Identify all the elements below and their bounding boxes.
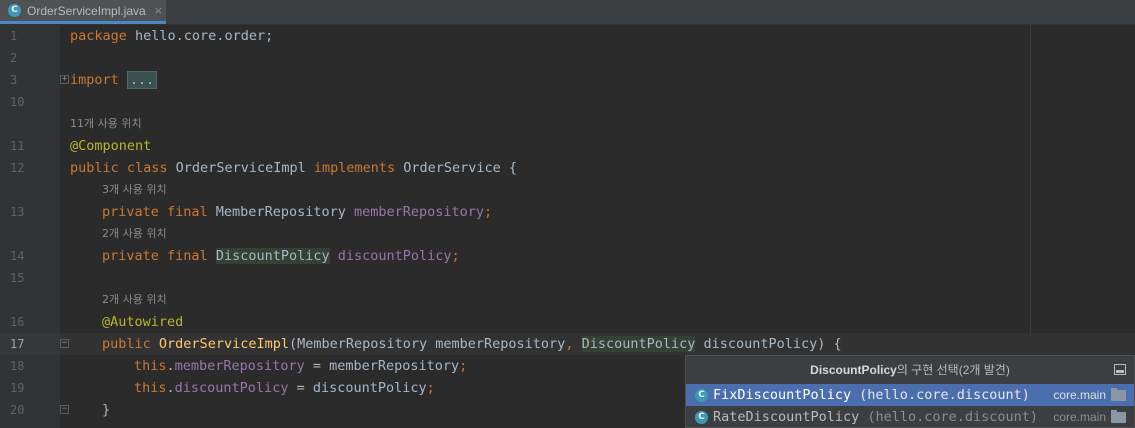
line-number: 18: [10, 359, 25, 373]
code-line: 14 private final DiscountPolicy discount…: [0, 245, 1135, 267]
java-class-icon: C: [695, 388, 708, 402]
usage-hint-row: 2개 사용 위치: [0, 223, 1135, 245]
code-line: 13 private final MemberRepository member…: [0, 201, 1135, 223]
code-line: 15: [0, 267, 1135, 289]
code-line-current: 17 − public OrderServiceImpl(MemberRepos…: [0, 333, 1135, 355]
code-text: import ...: [70, 69, 158, 91]
module-name: core.main: [1053, 388, 1106, 402]
line-number: 12: [10, 161, 25, 175]
line-number: 14: [10, 249, 25, 263]
usage-hint-row: 2개 사용 위치: [0, 289, 1135, 311]
choose-implementation-popup: DiscountPolicy의 구현 선택(2개 발견) C FixDiscou…: [685, 355, 1135, 428]
java-class-icon: C: [695, 410, 708, 424]
close-icon[interactable]: ×: [154, 4, 163, 17]
code-line: 3 + import ...: [0, 69, 1135, 91]
pin-window-icon[interactable]: [1114, 364, 1126, 375]
package-name: (hello.core.discount): [859, 387, 1030, 403]
popup-title-text: 의 구현 선택(2개 발견): [896, 363, 1010, 377]
usage-hint[interactable]: 2개 사용 위치: [102, 223, 167, 245]
highlighted-type: DiscountPolicy: [581, 336, 696, 352]
usage-hint[interactable]: 11개 사용 위치: [70, 113, 142, 135]
highlighted-type: DiscountPolicy: [215, 248, 330, 264]
code-line: 12 public class OrderServiceImpl impleme…: [0, 157, 1135, 179]
usage-hint[interactable]: 3개 사용 위치: [102, 179, 167, 201]
line-number: 16: [10, 315, 25, 329]
line-number: 15: [10, 271, 25, 285]
implementation-item-fix[interactable]: C FixDiscountPolicy (hello.core.discount…: [686, 384, 1134, 406]
fold-collapse-icon[interactable]: −: [60, 339, 69, 348]
class-name: RateDiscountPolicy: [713, 409, 860, 425]
line-number: 1: [10, 29, 18, 43]
line-number: 17: [0, 333, 60, 355]
code-text: this.memberRepository = memberRepository…: [134, 358, 468, 374]
folder-icon: [1111, 410, 1126, 423]
code-line: 2: [0, 47, 1135, 69]
usage-hint-row: 3개 사용 위치: [0, 179, 1135, 201]
implementation-item-rate[interactable]: C RateDiscountPolicy (hello.core.discoun…: [686, 406, 1134, 428]
folded-imports[interactable]: ...: [126, 71, 158, 89]
code-text: this.discountPolicy = discountPolicy;: [134, 380, 435, 396]
code-line: 1 package hello.core.order;: [0, 25, 1135, 47]
code-text: private final MemberRepository memberRep…: [102, 204, 493, 220]
fold-end-icon[interactable]: −: [60, 405, 69, 414]
editor-tab-bar: C OrderServiceImpl.java ×: [0, 0, 1135, 25]
code-text: package hello.core.order;: [70, 28, 274, 44]
popup-title-type: DiscountPolicy: [810, 363, 897, 377]
usage-hint-row: 11개 사용 위치: [0, 113, 1135, 135]
code-text: public class OrderServiceImpl implements…: [70, 160, 518, 176]
fold-expand-icon[interactable]: +: [60, 75, 69, 84]
tab-label: OrderServiceImpl.java: [27, 3, 146, 18]
code-text: @Component: [70, 138, 152, 154]
usage-hint[interactable]: 2개 사용 위치: [102, 289, 167, 311]
code-line: 11 @Component: [0, 135, 1135, 157]
code-text: public OrderServiceImpl(MemberRepository…: [102, 336, 842, 352]
tab-order-service-impl[interactable]: C OrderServiceImpl.java ×: [0, 0, 166, 24]
line-number: 11: [10, 139, 25, 153]
code-line: 16 @Autowired: [0, 311, 1135, 333]
code-text: }: [102, 402, 111, 418]
java-class-icon: C: [8, 4, 21, 17]
line-number: 2: [10, 51, 18, 65]
line-number: 20: [10, 403, 25, 417]
class-name: FixDiscountPolicy: [713, 387, 852, 403]
line-number: 13: [10, 205, 25, 219]
line-number: 10: [10, 95, 25, 109]
folder-icon: [1111, 388, 1126, 401]
code-text: @Autowired: [102, 314, 184, 330]
module-name: core.main: [1053, 410, 1106, 424]
line-number: 3: [10, 73, 18, 87]
code-text: private final DiscountPolicy discountPol…: [102, 248, 460, 264]
line-number: 19: [10, 381, 25, 395]
code-line: 10: [0, 91, 1135, 113]
package-name: (hello.core.discount): [867, 409, 1038, 425]
popup-header: DiscountPolicy의 구현 선택(2개 발견): [686, 356, 1134, 384]
